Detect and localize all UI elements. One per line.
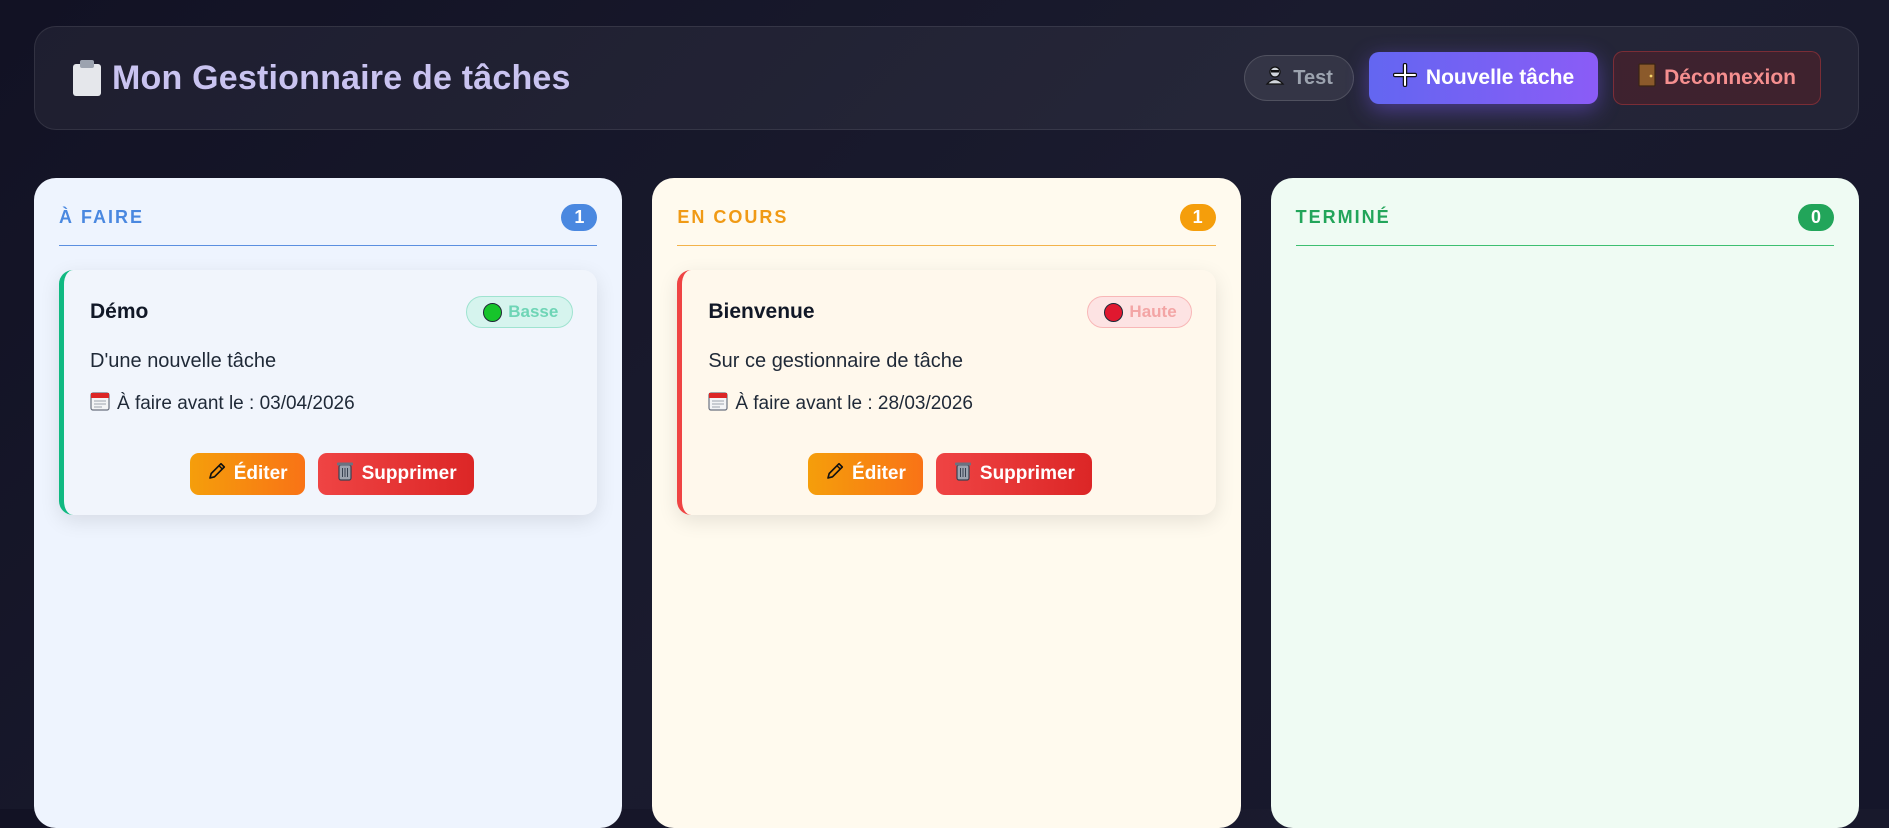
edit-label: Éditer [233,463,288,484]
column-header: TERMINÉ 0 [1295,204,1834,246]
user-icon [1265,65,1285,91]
column-header: EN COURS 1 [677,204,1216,246]
pencil-icon [825,461,845,487]
task-description: Sur ce gestionnaire de tâche [708,350,963,372]
column-count-badge: 1 [561,204,598,231]
calendar-icon [708,391,728,417]
brand: Mon Gestionnaire de tâches [72,59,571,98]
priority-badge: Basse [466,296,574,328]
task-description: D'une nouvelle tâche [90,350,277,372]
column-in-progress: EN COURS 1 Bienvenue Haute Sur ce gestio… [652,178,1241,828]
edit-label: Éditer [852,463,906,484]
red-circle-icon [1104,302,1124,322]
logout-button[interactable]: Déconnexion [1613,51,1821,105]
task-title: Démo [90,300,149,323]
priority-label: Basse [508,302,559,321]
column-title: TERMINÉ [1295,207,1391,227]
clipboard-icon [72,59,102,97]
pencil-icon [207,461,227,487]
delete-button[interactable]: Supprimer [317,453,474,495]
priority-badge: Haute [1087,296,1192,328]
column-count-badge: 0 [1797,204,1834,231]
column-title: EN COURS [677,207,789,227]
calendar-icon [90,391,110,417]
trash-icon [335,460,355,488]
due-text: À faire avant le : 28/03/2026 [735,393,973,414]
task-due-date: À faire avant le : 03/04/2026 [90,391,573,417]
task-due-date: À faire avant le : 28/03/2026 [708,391,1191,417]
task-card[interactable]: Démo Basse D'une nouvelle tâche À faire … [59,270,598,515]
column-header: À FAIRE 1 [59,204,598,246]
new-task-label: Nouvelle tâche [1425,66,1575,89]
door-icon [1638,63,1656,93]
column-done: TERMINÉ 0 [1270,178,1859,828]
card-actions: Éditer Supprimer [90,453,573,495]
task-title: Bienvenue [708,300,815,323]
delete-label: Supprimer [979,463,1075,484]
column-title: À FAIRE [59,207,145,227]
logout-label: Déconnexion [1664,66,1796,89]
new-task-button[interactable]: Nouvelle tâche [1368,52,1599,104]
card-actions: Éditer Supprimer [708,453,1191,495]
task-card[interactable]: Bienvenue Haute Sur ce gestionnaire de t… [677,270,1216,515]
trash-icon [953,460,973,488]
priority-label: Haute [1129,302,1177,321]
due-text: À faire avant le : 03/04/2026 [117,393,355,414]
edit-button[interactable]: Éditer [189,453,305,495]
header-actions: Test Nouvelle tâche Déconnexion [1244,51,1821,105]
delete-button[interactable]: Supprimer [935,453,1092,495]
user-badge: Test [1244,55,1354,101]
kanban-board: À FAIRE 1 Démo Basse D'une nouvelle tâch… [34,178,1859,828]
column-count-badge: 1 [1179,204,1216,231]
app-header: Mon Gestionnaire de tâches Test Nouvelle… [34,26,1859,130]
edit-button[interactable]: Éditer [808,453,923,495]
column-todo: À FAIRE 1 Démo Basse D'une nouvelle tâch… [34,178,623,828]
green-circle-icon [483,302,503,322]
user-name: Test [1293,66,1333,89]
page-title: Mon Gestionnaire de tâches [112,58,571,97]
delete-label: Supprimer [361,463,457,484]
plus-icon [1392,62,1418,93]
